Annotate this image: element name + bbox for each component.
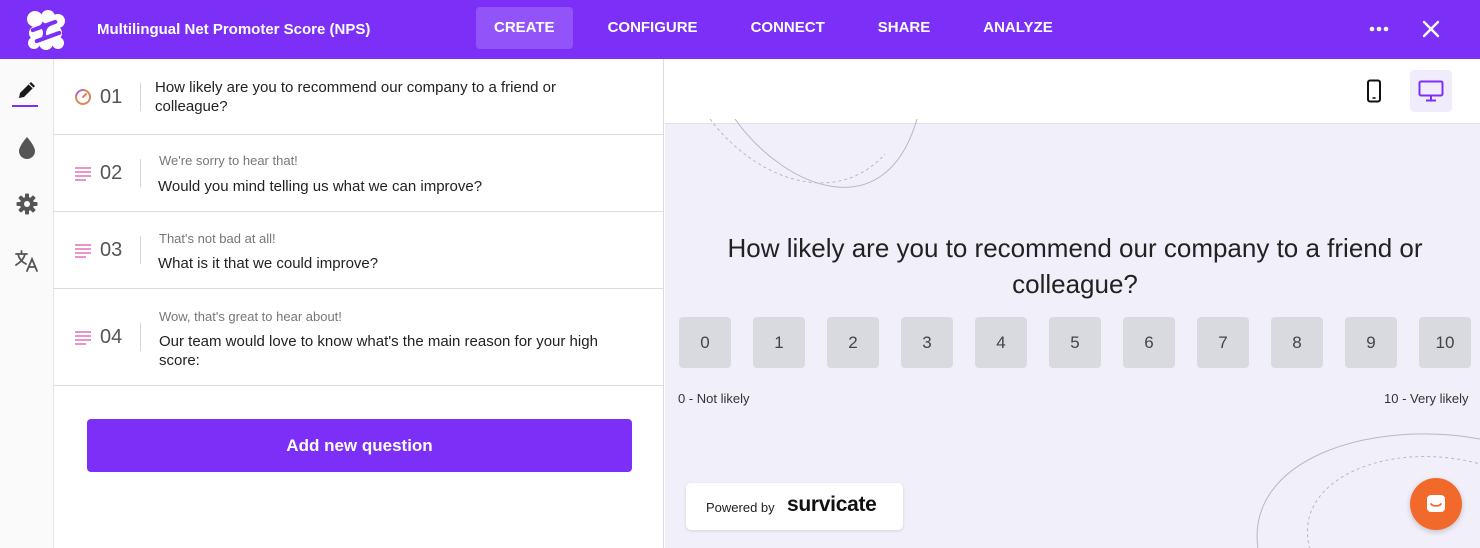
scale-option[interactable]: 0 <box>679 317 731 368</box>
desktop-icon <box>1418 80 1444 102</box>
question-subtitle: That's not bad at all! <box>159 231 276 246</box>
scale-option[interactable]: 3 <box>901 317 953 368</box>
question-number: 03 <box>100 239 123 261</box>
question-text: What is it that we could improve? <box>158 255 379 272</box>
brand-wordmark: survicate <box>787 493 877 516</box>
survicate-logo-icon[interactable] <box>24 9 68 51</box>
text-lines-icon <box>75 167 91 181</box>
scale-option[interactable]: 2 <box>827 317 879 368</box>
scale-option[interactable]: 5 <box>1049 317 1101 368</box>
scale-option[interactable]: 8 <box>1271 317 1323 368</box>
powered-by-text: Powered by <box>706 500 775 515</box>
question-subtitle: We're sorry to hear that! <box>159 153 298 168</box>
tab-configure[interactable]: CONFIGURE <box>590 7 716 49</box>
scale-option[interactable]: 6 <box>1123 317 1175 368</box>
tab-analyze[interactable]: ANALYZE <box>965 7 1070 49</box>
top-bar: Multilingual Net Promoter Score (NPS) CR… <box>0 0 1480 59</box>
question-item[interactable]: 02 We're sorry to hear that! Would you m… <box>54 135 664 212</box>
tab-create[interactable]: CREATE <box>476 7 573 49</box>
question-list: 01 How likely are you to recommend our c… <box>54 59 664 548</box>
question-separator <box>140 83 141 111</box>
mobile-icon <box>1367 79 1381 103</box>
add-question-button[interactable]: Add new question <box>87 419 632 472</box>
tab-connect[interactable]: CONNECT <box>733 7 843 49</box>
chat-icon <box>1427 495 1445 512</box>
left-rail <box>0 59 54 548</box>
question-item[interactable]: 04 Wow, that's great to hear about! Our … <box>54 289 664 386</box>
text-lines-icon <box>75 331 91 345</box>
preview-toolbar <box>665 59 1480 124</box>
pencil-icon <box>19 82 35 98</box>
rail-item-theme[interactable] <box>0 120 54 174</box>
scale-option[interactable]: 4 <box>975 317 1027 368</box>
gear-icon <box>16 193 38 215</box>
scale-option[interactable]: 10 <box>1419 317 1471 368</box>
rail-item-settings[interactable] <box>0 177 54 231</box>
scale-option[interactable]: 1 <box>753 317 805 368</box>
scale-high-label: 10 - Very likely <box>1384 391 1469 406</box>
text-lines-icon <box>75 244 91 258</box>
question-text: How likely are you to recommend our comp… <box>155 79 557 115</box>
nps-gauge-icon <box>75 89 91 105</box>
question-item[interactable]: 03 That's not bad at all! What is it tha… <box>54 212 664 289</box>
question-number: 02 <box>100 162 123 184</box>
decorative-curves <box>709 119 918 188</box>
translate-icon <box>15 250 38 272</box>
rail-item-create[interactable] <box>0 63 54 117</box>
survey-title: Multilingual Net Promoter Score (NPS) <box>97 21 371 38</box>
nps-scale: 0 1 2 3 4 5 6 7 8 9 10 <box>679 317 1479 369</box>
question-text: Would you mind telling us what we can im… <box>158 178 483 195</box>
question-separator <box>140 236 141 264</box>
tab-share[interactable]: SHARE <box>860 7 949 49</box>
more-horizontal-icon[interactable] <box>1364 14 1394 44</box>
preview-question: How likely are you to recommend our comp… <box>727 233 1423 299</box>
drop-icon <box>19 137 35 159</box>
close-icon[interactable] <box>1416 14 1446 44</box>
powered-by-badge[interactable]: Powered by survicate <box>686 483 903 530</box>
device-mobile-button[interactable] <box>1355 72 1393 110</box>
main-nav: CREATE CONFIGURE CONNECT SHARE ANALYZE <box>476 7 1088 49</box>
question-separator <box>140 323 141 351</box>
scale-option[interactable]: 7 <box>1197 317 1249 368</box>
question-number: 04 <box>100 326 123 348</box>
survey-preview: How likely are you to recommend our comp… <box>665 59 1480 548</box>
question-separator <box>140 159 141 187</box>
scale-option[interactable]: 9 <box>1345 317 1397 368</box>
rail-item-translate[interactable] <box>0 234 54 288</box>
scale-low-label: 0 - Not likely <box>678 391 750 406</box>
device-desktop-button[interactable] <box>1410 70 1452 112</box>
question-item[interactable]: 01 How likely are you to recommend our c… <box>54 59 664 135</box>
question-text: Our team would love to know what's the m… <box>159 333 598 369</box>
question-subtitle: Wow, that's great to hear about! <box>159 309 342 324</box>
question-number: 01 <box>100 86 123 108</box>
chat-launcher-button[interactable] <box>1410 478 1462 530</box>
